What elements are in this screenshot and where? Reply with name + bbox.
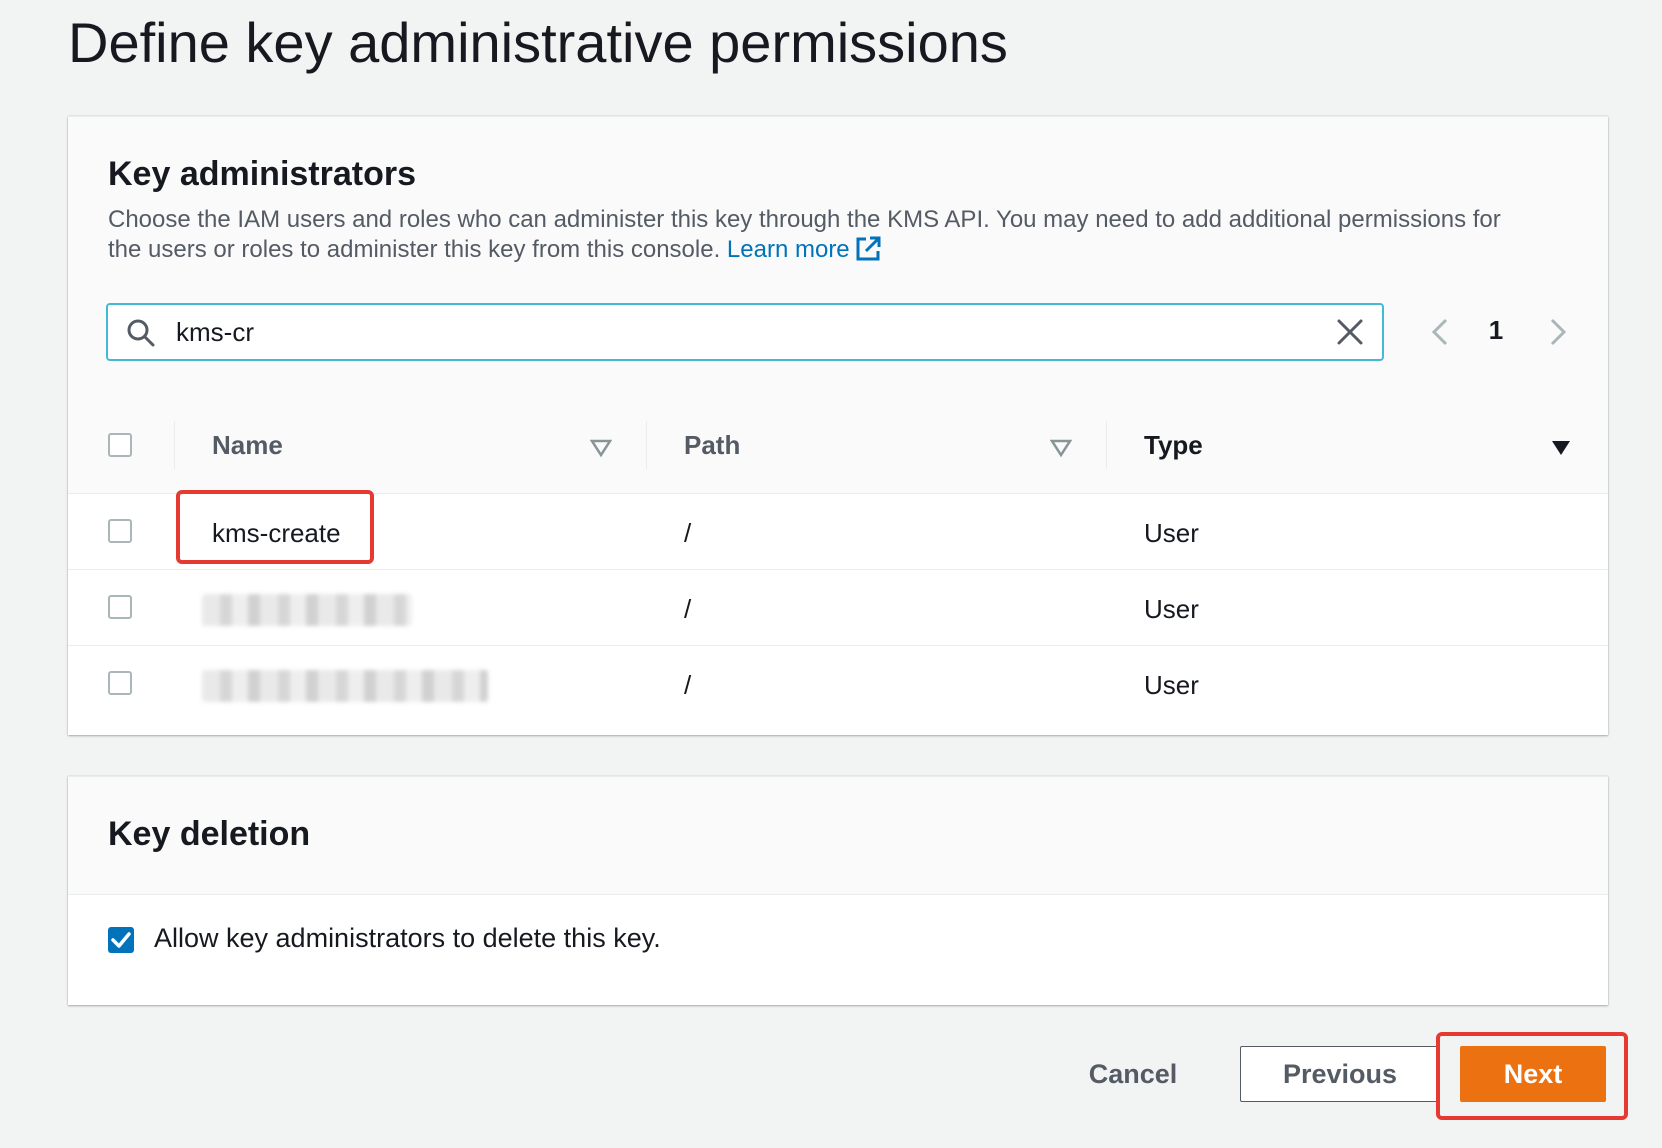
user-path: / [684,594,692,624]
table-row[interactable]: / User [68,646,1608,722]
user-path: / [684,670,692,700]
user-name: kms-create [212,518,341,548]
checkmark-icon [111,932,131,948]
row-checkbox[interactable] [108,671,132,695]
redacted-user-name [202,594,412,626]
table-header-row: Name Path Type [68,397,1608,494]
table-row[interactable]: / User [68,569,1608,646]
table-row[interactable]: kms-create / User [68,493,1608,570]
previous-page-icon[interactable] [1428,317,1452,352]
allow-deletion-label[interactable]: Allow key administrators to delete this … [154,923,661,954]
row-checkbox[interactable] [108,519,132,543]
redacted-user-name [202,670,488,702]
clear-search-icon[interactable] [1336,318,1364,351]
type-column-header[interactable]: Type [1106,397,1608,494]
sort-down-outline-icon[interactable] [589,433,613,464]
key-deletion-header: Key deletion [68,777,1608,895]
next-page-icon[interactable] [1546,317,1570,352]
allow-deletion-checkbox[interactable] [108,927,134,953]
user-type: User [1144,594,1199,624]
key-administrators-description: Choose the IAM users and roles who can a… [108,205,1528,271]
name-column-header[interactable]: Name [174,397,646,494]
search-icon [126,318,156,353]
next-button[interactable]: Next [1460,1046,1606,1102]
sort-down-outline-icon[interactable] [1049,433,1073,464]
search-input[interactable] [176,313,1296,351]
external-link-icon [854,235,882,271]
path-header-label: Path [684,429,741,460]
user-path: / [684,518,692,548]
key-deletion-title: Key deletion [108,815,311,853]
pagination: 1 [1428,303,1608,361]
user-type: User [1144,670,1199,700]
current-page-number[interactable]: 1 [1484,315,1508,346]
name-header-label: Name [212,429,283,460]
administrators-table: Name Path Type kms-create / User / User … [68,397,1608,721]
select-all-checkbox[interactable] [108,433,132,457]
learn-more-label: Learn more [726,236,850,263]
user-type: User [1144,518,1199,548]
learn-more-link[interactable]: Learn more [727,236,882,263]
key-deletion-panel: Key deletion Allow key administrators to… [68,776,1608,1005]
select-all-cell [68,397,174,494]
row-checkbox[interactable] [108,595,132,619]
type-header-label: Type [1144,429,1203,460]
key-administrators-panel: Key administrators Choose the IAM users … [68,116,1608,735]
page-title: Define key administrative permissions [68,11,1008,74]
search-field[interactable] [106,303,1384,361]
sort-down-filled-icon[interactable] [1550,433,1572,464]
path-column-header[interactable]: Path [646,397,1106,494]
cancel-button[interactable]: Cancel [1058,1046,1208,1102]
key-administrators-title: Key administrators [108,155,416,193]
previous-button[interactable]: Previous [1240,1046,1440,1102]
key-administrators-header: Key administrators Choose the IAM users … [68,117,1608,398]
